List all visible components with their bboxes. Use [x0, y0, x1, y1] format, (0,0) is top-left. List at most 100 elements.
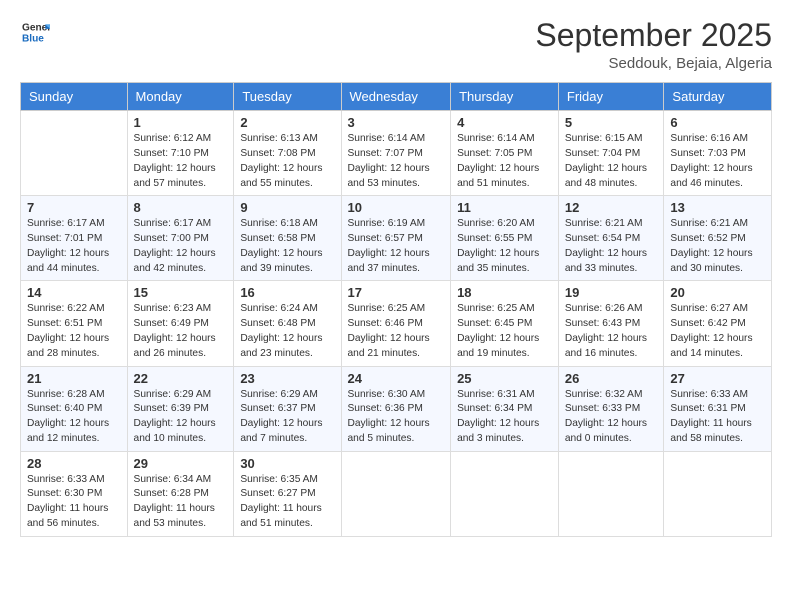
location: Seddouk, Bejaia, Algeria [535, 55, 772, 72]
cell-info: Sunrise: 6:25 AMSunset: 6:45 PMDaylight:… [457, 302, 552, 361]
svg-text:Blue: Blue [22, 33, 44, 44]
cell-info: Sunrise: 6:19 AMSunset: 6:57 PMDaylight:… [348, 217, 445, 276]
logo-icon: General Blue [22, 18, 50, 46]
calendar-table: Sunday Monday Tuesday Wednesday Thursday… [20, 82, 772, 537]
cell-day-number: 20 [670, 285, 765, 300]
cell-info: Sunrise: 6:29 AMSunset: 6:37 PMDaylight:… [240, 388, 334, 447]
cell-info: Sunrise: 6:30 AMSunset: 6:36 PMDaylight:… [348, 388, 445, 447]
cell-info: Sunrise: 6:14 AMSunset: 7:07 PMDaylight:… [348, 132, 445, 191]
table-row: 27Sunrise: 6:33 AMSunset: 6:31 PMDayligh… [664, 366, 772, 451]
table-row: 19 Sunrise: 6:26 AMSunset: 6:43 PMDayligh… [558, 281, 664, 366]
cell-info: Sunrise: 6:18 AMSunset: 6:58 PMDaylight:… [240, 217, 334, 276]
cell-info: Sunrise: 6:12 AMSunset: 7:10 PMDaylight:… [134, 132, 228, 191]
table-row [664, 451, 772, 536]
cell-info: Sunrise: 6:25 AMSunset: 6:46 PMDaylight:… [348, 302, 445, 361]
table-row: 9 Sunrise: 6:18 AMSunset: 6:58 PMDaylight… [234, 196, 341, 281]
cell-info: Sunrise: 6:21 AMSunset: 6:54 PMDaylight:… [565, 217, 658, 276]
cell-day-number: 13 [670, 200, 765, 215]
cell-day-number: 7 [27, 200, 121, 215]
cell-day-number: 23 [240, 371, 334, 386]
cell-day-number: 11 [457, 200, 552, 215]
table-row: 28 Sunrise: 6:33 AMSunset: 6:30 PMDayligh… [21, 451, 128, 536]
cell-info: Sunrise: 6:26 AMSunset: 6:43 PMDaylight:… [565, 302, 658, 361]
cell-day-number: 9 [240, 200, 334, 215]
header-wednesday: Wednesday [341, 83, 451, 111]
cell-day-number: 17 [348, 285, 445, 300]
table-row: 22 Sunrise: 6:29 AMSunset: 6:39 PMDayligh… [127, 366, 234, 451]
table-row: 11 Sunrise: 6:20 AMSunset: 6:55 PMDayligh… [451, 196, 559, 281]
cell-day-number: 22 [134, 371, 228, 386]
page-header: General Blue September 2025 Seddouk, Bej… [20, 18, 772, 72]
cell-info: Sunrise: 6:17 AMSunset: 7:00 PMDaylight:… [134, 217, 228, 276]
cell-info: Sunrise: 6:17 AMSunset: 7:01 PMDaylight:… [27, 217, 121, 276]
cell-day-number: 21 [27, 371, 121, 386]
cell-info: Sunrise: 6:24 AMSunset: 6:48 PMDaylight:… [240, 302, 334, 361]
cell-info: Sunrise: 6:29 AMSunset: 6:39 PMDaylight:… [134, 388, 228, 447]
table-row: 23 Sunrise: 6:29 AMSunset: 6:37 PMDayligh… [234, 366, 341, 451]
table-row: 4Sunrise: 6:14 AMSunset: 7:05 PMDaylight… [451, 111, 559, 196]
cell-day-number: 28 [27, 456, 121, 471]
cell-info: Sunrise: 6:27 AMSunset: 6:42 PMDaylight:… [670, 302, 765, 361]
table-row: 25 Sunrise: 6:31 AMSunset: 6:34 PMDayligh… [451, 366, 559, 451]
table-row: 24Sunrise: 6:30 AMSunset: 6:36 PMDayligh… [341, 366, 451, 451]
header-thursday: Thursday [451, 83, 559, 111]
cell-info: Sunrise: 6:13 AMSunset: 7:08 PMDaylight:… [240, 132, 334, 191]
table-row: 29 Sunrise: 6:34 AMSunset: 6:28 PMDayligh… [127, 451, 234, 536]
header-friday: Friday [558, 83, 664, 111]
cell-day-number: 16 [240, 285, 334, 300]
logo: General Blue [20, 18, 50, 51]
table-row [341, 451, 451, 536]
cell-day-number: 27 [670, 371, 765, 386]
cell-info: Sunrise: 6:31 AMSunset: 6:34 PMDaylight:… [457, 388, 552, 447]
cell-info: Sunrise: 6:33 AMSunset: 6:30 PMDaylight:… [27, 473, 121, 532]
table-row: 12 Sunrise: 6:21 AMSunset: 6:54 PMDayligh… [558, 196, 664, 281]
cell-info: Sunrise: 6:23 AMSunset: 6:49 PMDaylight:… [134, 302, 228, 361]
cell-day-number: 29 [134, 456, 228, 471]
table-row: 20 Sunrise: 6:27 AMSunset: 6:42 PMDayligh… [664, 281, 772, 366]
table-row: 14 Sunrise: 6:22 AMSunset: 6:51 PMDayligh… [21, 281, 128, 366]
cell-day-number: 15 [134, 285, 228, 300]
table-row: 16 Sunrise: 6:24 AMSunset: 6:48 PMDayligh… [234, 281, 341, 366]
table-row: 15 Sunrise: 6:23 AMSunset: 6:49 PMDayligh… [127, 281, 234, 366]
cell-info: Sunrise: 6:21 AMSunset: 6:52 PMDaylight:… [670, 217, 765, 276]
table-row: 5 Sunrise: 6:15 AMSunset: 7:04 PMDaylight… [558, 111, 664, 196]
table-row: 6 Sunrise: 6:16 AMSunset: 7:03 PMDaylight… [664, 111, 772, 196]
cell-day-number: 2 [240, 115, 334, 130]
cell-info: Sunrise: 6:16 AMSunset: 7:03 PMDaylight:… [670, 132, 765, 191]
cell-day-number: 6 [670, 115, 765, 130]
cell-info: Sunrise: 6:28 AMSunset: 6:40 PMDaylight:… [27, 388, 121, 447]
table-row: 30 Sunrise: 6:35 AMSunset: 6:27 PMDayligh… [234, 451, 341, 536]
cell-info: Sunrise: 6:35 AMSunset: 6:27 PMDaylight:… [240, 473, 334, 532]
cell-info: Sunrise: 6:34 AMSunset: 6:28 PMDaylight:… [134, 473, 228, 532]
header-saturday: Saturday [664, 83, 772, 111]
cell-info: Sunrise: 6:15 AMSunset: 7:04 PMDaylight:… [565, 132, 658, 191]
cell-day-number: 14 [27, 285, 121, 300]
title-block: September 2025 Seddouk, Bejaia, Algeria [535, 18, 772, 72]
table-row: 13 Sunrise: 6:21 AMSunset: 6:52 PMDayligh… [664, 196, 772, 281]
cell-info: Sunrise: 6:20 AMSunset: 6:55 PMDaylight:… [457, 217, 552, 276]
cell-day-number: 30 [240, 456, 334, 471]
header-tuesday: Tuesday [234, 83, 341, 111]
table-row [21, 111, 128, 196]
table-row: 17 Sunrise: 6:25 AMSunset: 6:46 PMDayligh… [341, 281, 451, 366]
cell-day-number: 5 [565, 115, 658, 130]
cell-day-number: 26 [565, 371, 658, 386]
table-row: 8Sunrise: 6:17 AMSunset: 7:00 PMDaylight… [127, 196, 234, 281]
table-row: 26 Sunrise: 6:32 AMSunset: 6:33 PMDayligh… [558, 366, 664, 451]
cell-info: Sunrise: 6:22 AMSunset: 6:51 PMDaylight:… [27, 302, 121, 361]
cell-day-number: 1 [134, 115, 228, 130]
table-row [451, 451, 559, 536]
table-row: 18 Sunrise: 6:25 AMSunset: 6:45 PMDayligh… [451, 281, 559, 366]
cell-day-number: 18 [457, 285, 552, 300]
cell-day-number: 25 [457, 371, 552, 386]
header-sunday: Sunday [21, 83, 128, 111]
table-row: 2 Sunrise: 6:13 AMSunset: 7:08 PMDaylight… [234, 111, 341, 196]
cell-day-number: 12 [565, 200, 658, 215]
cell-day-number: 19 [565, 285, 658, 300]
table-row: 1 Sunrise: 6:12 AMSunset: 7:10 PMDaylight… [127, 111, 234, 196]
table-row: 7 Sunrise: 6:17 AMSunset: 7:01 PMDaylight… [21, 196, 128, 281]
table-row [558, 451, 664, 536]
header-monday: Monday [127, 83, 234, 111]
cell-info: Sunrise: 6:32 AMSunset: 6:33 PMDaylight:… [565, 388, 658, 447]
table-row: 21 Sunrise: 6:28 AMSunset: 6:40 PMDayligh… [21, 366, 128, 451]
